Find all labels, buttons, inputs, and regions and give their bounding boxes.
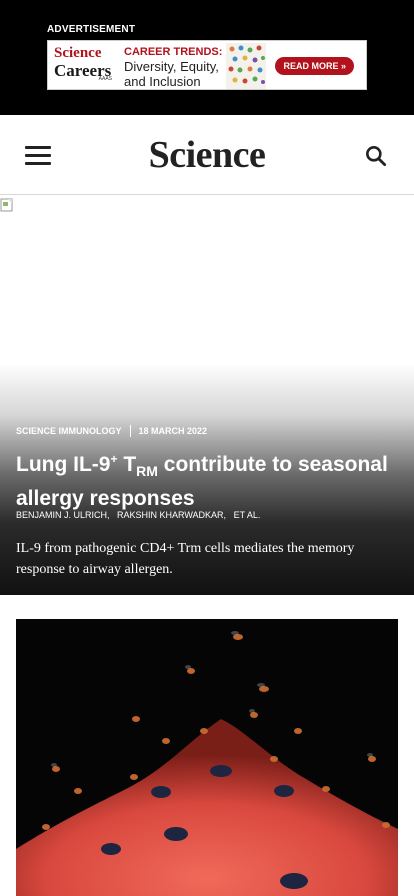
title-part2: T: [117, 453, 137, 476]
site-header: Science: [0, 115, 414, 195]
title-subscript: RM: [136, 463, 158, 479]
author-2[interactable]: RAKSHIN KHARWADKAR,: [117, 510, 226, 520]
advertisement-strip: ADVERTISEMENT Science Careers AAAS CAREE…: [0, 0, 414, 115]
ad-line2: Diversity, Equity,: [124, 59, 219, 74]
advertisement-label: ADVERTISEMENT: [47, 24, 136, 35]
journal-name[interactable]: SCIENCE IMMUNOLOGY: [16, 426, 122, 436]
flies-on-watermelon-image[interactable]: [16, 619, 398, 896]
ad-headline: CAREER TRENDS:: [124, 46, 223, 58]
ad-people-illustration: [226, 43, 266, 89]
title-superscript: +: [110, 452, 118, 466]
science-logo-container: Science: [0, 133, 414, 177]
science-logo[interactable]: Science: [149, 134, 266, 176]
ad-text: CAREER TRENDS: Diversity, Equity, and In…: [124, 46, 222, 89]
ad-banner[interactable]: Science Careers AAAS CAREER TRENDS: Dive…: [47, 40, 367, 90]
article-meta: SCIENCE IMMUNOLOGY 18 MARCH 2022: [16, 425, 207, 437]
title-part1: Lung IL-9: [16, 453, 111, 476]
search-icon[interactable]: [363, 143, 389, 169]
ad-line3: and Inclusion: [124, 74, 201, 89]
broken-image-icon: [0, 198, 13, 212]
article-description: IL-9 from pathogenic CD4+ Trm cells medi…: [16, 541, 355, 577]
ad-read-more-button[interactable]: READ MORE »: [275, 57, 354, 75]
science-careers-logo: Science Careers AAAS: [54, 45, 112, 87]
author-1[interactable]: BENJAMIN J. ULRICH,: [16, 510, 110, 520]
article-date: 18 MARCH 2022: [138, 426, 208, 436]
hamburger-menu-icon[interactable]: [25, 146, 51, 166]
article-title[interactable]: Lung IL-9+ TRM contribute to seasonal al…: [16, 445, 406, 513]
author-etal: ET AL.: [233, 510, 261, 520]
article-authors: BENJAMIN J. ULRICH, RAKSHIN KHARWADKAR, …: [16, 510, 265, 520]
meta-divider: [129, 425, 131, 437]
hero-article-card[interactable]: SCIENCE IMMUNOLOGY 18 MARCH 2022 Lung IL…: [0, 195, 414, 595]
ad-logo-line1: Science: [54, 45, 102, 61]
